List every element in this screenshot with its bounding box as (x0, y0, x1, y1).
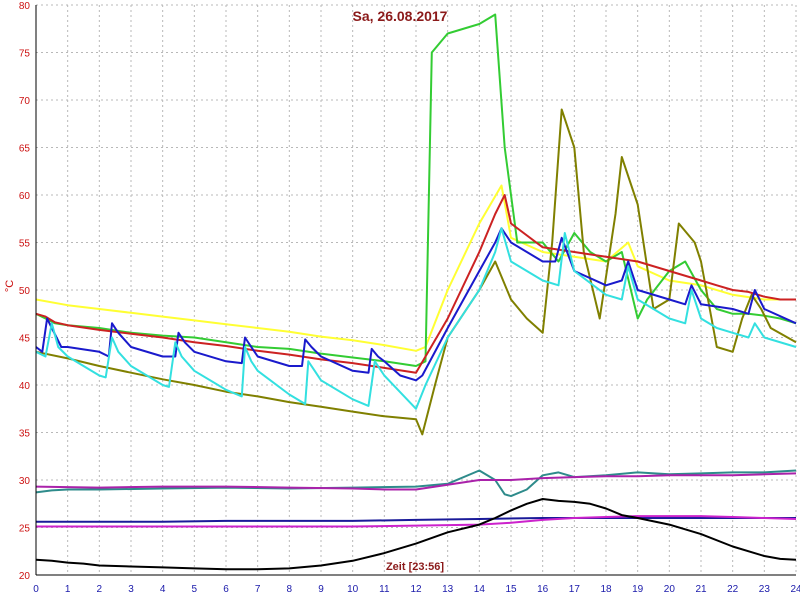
x-tick-label: 6 (223, 584, 229, 595)
x-axis-label: Zeit [23:56] (385, 561, 445, 573)
chart-title: Sa, 26.08.2017 (352, 8, 448, 24)
x-tick-label: 2 (97, 584, 103, 595)
y-axis-label: °C (4, 279, 17, 293)
x-tick-label: 14 (474, 584, 486, 595)
y-tick-label: 70 (19, 96, 31, 107)
x-tick-label: 11 (379, 584, 390, 595)
x-tick-label: 3 (128, 584, 134, 595)
x-tick-label: 5 (192, 584, 198, 595)
x-tick-label: 20 (664, 584, 676, 595)
y-tick-labels: 20 25 30 35 40 45 50 55 60 65 70 75 80 (19, 1, 31, 582)
x-tick-label: 12 (410, 584, 422, 595)
x-tick-label: 16 (537, 584, 549, 595)
y-tick-label: 40 (19, 381, 31, 392)
x-tick-label: 0 (33, 584, 39, 595)
series-line-11 (35, 498, 797, 571)
x-tick-label: 18 (600, 584, 612, 595)
x-tick-label: 22 (727, 584, 739, 595)
x-tick-label: 9 (318, 584, 324, 595)
y-tick-label: 35 (19, 429, 31, 440)
x-tick-label: 23 (759, 584, 771, 595)
x-tick-labels: 0 1 2 3 4 5 6 7 8 9 10 11 12 13 14 15 16 17 18 19 20 21 22 23 24 (33, 584, 800, 595)
x-tick-label: 21 (695, 584, 707, 595)
y-tick-label: 50 (19, 286, 31, 297)
x-tick-label: 7 (255, 584, 261, 595)
y-tick-label: 20 (19, 571, 31, 582)
temperature-chart: 20253035404550556065707580 0 1 2 3 4 5 6 7 8 9 10 1… (19, 1, 800, 595)
x-tick-label: 4 (160, 584, 166, 595)
y-tick-label: 25 (19, 524, 31, 535)
y-tick-label: 65 (19, 144, 31, 155)
x-tick-label: 19 (632, 584, 644, 595)
x-tick-label: 1 (65, 584, 71, 595)
x-tick-label: 17 (569, 584, 581, 595)
y-tick-label: 80 (19, 1, 31, 12)
y-tick-label: 60 (19, 191, 31, 202)
x-tick-label: 13 (442, 584, 454, 595)
y-tick-label: 30 (19, 476, 31, 487)
x-tick-label: 15 (505, 584, 517, 595)
y-tick-label: 75 (19, 49, 31, 60)
x-tick-label: 24 (790, 584, 800, 595)
y-tick-label: 45 (19, 334, 31, 345)
y-tick-label: 55 (19, 239, 31, 250)
x-tick-label: 8 (287, 584, 293, 595)
x-tick-label: 10 (347, 584, 359, 595)
